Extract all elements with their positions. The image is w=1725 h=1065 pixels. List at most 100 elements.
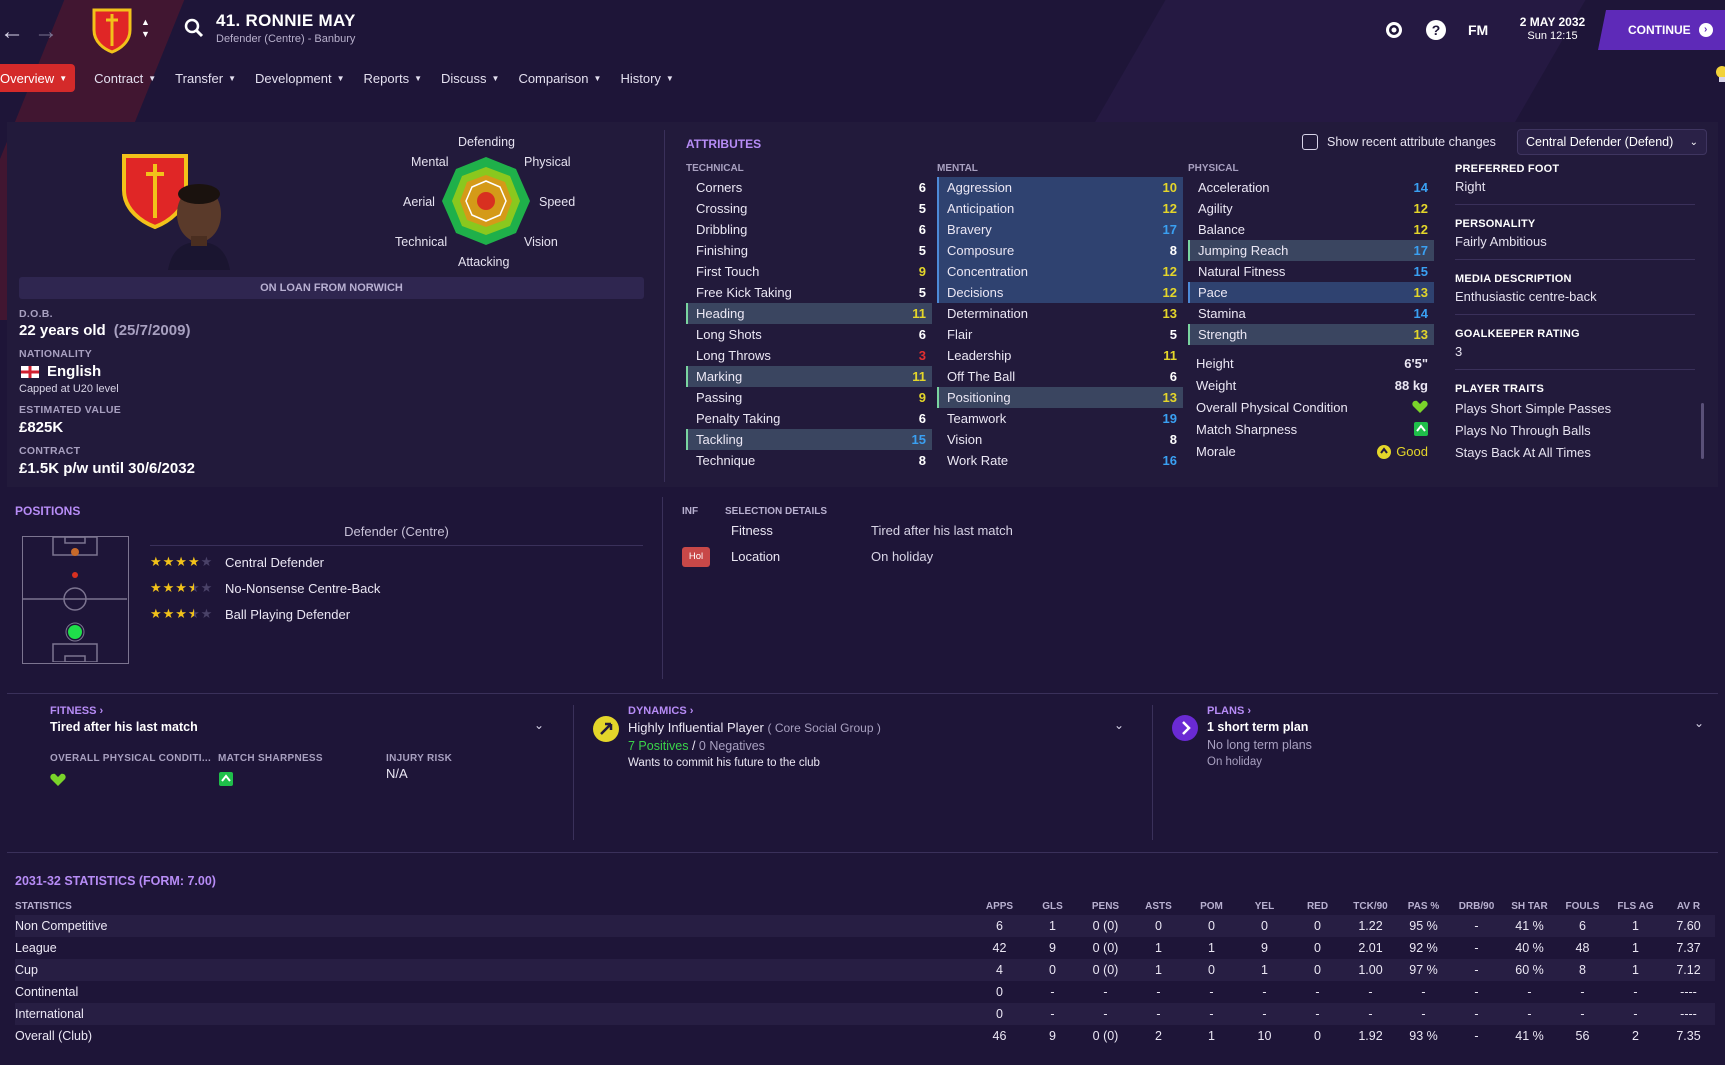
dynamics-card-title[interactable]: DYNAMICS › (628, 705, 1088, 717)
menu-contract[interactable]: Contract ▼ (94, 64, 156, 92)
attribute-row-off-the-ball[interactable]: Off The Ball 6 (937, 366, 1183, 387)
attribute-row-heading[interactable]: Heading 11 (686, 303, 932, 324)
table-row[interactable]: Overall (Club) 46 9 0 (0) 2 1 10 0 1.92 93 % - 41 %… (15, 1025, 1715, 1047)
attribute-row-balance[interactable]: Balance 12 (1188, 219, 1434, 240)
dynamics-expand-icon[interactable]: ⌄ (1114, 718, 1124, 732)
fitness-expand-icon[interactable]: ⌄ (534, 718, 544, 732)
attribute-row-natural-fitness[interactable]: Natural Fitness 15 (1188, 261, 1434, 282)
traits-scrollbar[interactable] (1701, 403, 1704, 459)
attribute-row-technique[interactable]: Technique 8 (686, 450, 932, 471)
role-no-nonsense-centre-back[interactable]: ★★★★★★ No-Nonsense Centre-Back (150, 580, 380, 596)
forward-arrow-icon[interactable]: → (34, 18, 58, 46)
attribute-row-anticipation[interactable]: Anticipation 12 (937, 198, 1183, 219)
attribute-row-stamina[interactable]: Stamina 14 (1188, 303, 1434, 324)
role-central-defender[interactable]: ★★★★★ Central Defender (150, 554, 324, 570)
menu-overview[interactable]: Overview ▼ (0, 64, 76, 92)
table-row[interactable]: Continental 0- - - - - - - - - - - - ---- (15, 981, 1715, 1003)
attribute-row-acceleration[interactable]: Acceleration 14 (1188, 177, 1434, 198)
table-row[interactable]: International 0- - - - - - - - - - - - ---- (15, 1003, 1715, 1025)
attribute-row-positioning[interactable]: Positioning 13 (937, 387, 1183, 408)
attribute-row-long-throws[interactable]: Long Throws 3 (686, 345, 932, 366)
stats-column-header[interactable]: SH TAR (1503, 897, 1556, 915)
plans-card-title[interactable]: PLANS › (1207, 705, 1667, 717)
attribute-row-composure[interactable]: Composure 8 (937, 240, 1183, 261)
stats-column-header[interactable]: FOULS (1556, 897, 1609, 915)
top-bar: ← → ▲ ▼ 41. RONNIE MAY Defender (Centre) … (0, 0, 1725, 62)
stats-column-header[interactable]: PAS % (1397, 897, 1450, 915)
lightbulb-icon[interactable] (1710, 64, 1725, 86)
attribute-row-jumping-reach[interactable]: Jumping Reach 17 (1188, 240, 1434, 261)
attribute-row-long-shots[interactable]: Long Shots 6 (686, 324, 932, 345)
search-icon[interactable] (184, 18, 204, 38)
attribute-row-pace[interactable]: Pace 13 (1188, 282, 1434, 303)
attribute-row-first-touch[interactable]: First Touch 9 (686, 261, 932, 282)
show-changes-toggle[interactable]: Show recent attribute changes (1302, 134, 1496, 150)
globe-icon[interactable] (1383, 19, 1405, 41)
stats-column-header[interactable]: GLS (1026, 897, 1079, 915)
back-arrow-icon[interactable]: ← (0, 18, 24, 46)
stats-column-header[interactable]: STATISTICS (15, 897, 973, 915)
stats-column-header[interactable]: RED (1291, 897, 1344, 915)
stats-column-header[interactable]: AV R (1662, 897, 1715, 915)
menu-comparison[interactable]: Comparison ▼ (518, 64, 601, 92)
table-row[interactable]: Cup 4 0 0 (0) 1 0 1 0 1.00 97 % -60 % 8 1 7.12 (15, 959, 1715, 981)
attribute-row-crossing[interactable]: Crossing 5 (686, 198, 932, 219)
stats-column-header[interactable]: YEL (1238, 897, 1291, 915)
stats-column-header[interactable]: DRB/90 (1450, 897, 1503, 915)
menu-transfer[interactable]: Transfer ▼ (175, 64, 236, 92)
plans-card[interactable]: PLANS › 1 short term plan No long term p… (1207, 705, 1667, 768)
attribute-row-decisions[interactable]: Decisions 12 (937, 282, 1183, 303)
player-switch-icon[interactable]: ▲ ▼ (141, 16, 150, 40)
attribute-row-teamwork[interactable]: Teamwork 19 (937, 408, 1183, 429)
role-ball-playing-defender[interactable]: ★★★★★★ Ball Playing Defender (150, 606, 350, 622)
dob-text: (25/7/2009) (113, 322, 191, 339)
injury-value: N/A (386, 766, 408, 781)
attribute-row-free-kick-taking[interactable]: Free Kick Taking 5 (686, 282, 932, 303)
club-crest-icon[interactable] (90, 6, 134, 54)
continue-button[interactable]: CONTINUE › (1598, 10, 1725, 50)
menu-development[interactable]: Development ▼ (255, 64, 345, 92)
attribute-row-concentration[interactable]: Concentration 12 (937, 261, 1183, 282)
menu-reports[interactable]: Reports ▼ (364, 64, 422, 92)
attribute-name: Teamwork (947, 411, 1007, 426)
attribute-row-aggression[interactable]: Aggression 10 (937, 177, 1183, 198)
attribute-row-strength[interactable]: Strength 13 (1188, 324, 1434, 345)
role-select[interactable]: Central Defender (Defend) ⌄ (1517, 129, 1707, 155)
stats-column-header[interactable]: POM (1185, 897, 1238, 915)
menu-history[interactable]: History ▼ (620, 64, 673, 92)
attribute-row-passing[interactable]: Passing 9 (686, 387, 932, 408)
table-row[interactable]: Non Competitive 6 1 0 (0) 0 0 0 0 1.22 95 % -41 % 6… (15, 915, 1715, 937)
attribute-row-determination[interactable]: Determination 13 (937, 303, 1183, 324)
stats-column-header[interactable]: TCK/90 (1344, 897, 1397, 915)
fitness-card-title[interactable]: FITNESS › (50, 705, 550, 717)
attribute-row-flair[interactable]: Flair 5 (937, 324, 1183, 345)
dynamics-card[interactable]: DYNAMICS › Highly Influential Player ( C… (628, 705, 1088, 769)
stats-title[interactable]: 2031-32 STATISTICS (FORM: 7.00) (15, 874, 216, 888)
attribute-row-vision[interactable]: Vision 8 (937, 429, 1183, 450)
attribute-row-marking[interactable]: Marking 11 (686, 366, 932, 387)
attribute-row-finishing[interactable]: Finishing 5 (686, 240, 932, 261)
attribute-value: 13 (1162, 306, 1177, 321)
stats-column-header[interactable]: FLS AG (1609, 897, 1662, 915)
attribute-row-dribbling[interactable]: Dribbling 6 (686, 219, 932, 240)
plans-expand-icon[interactable]: ⌄ (1694, 716, 1704, 730)
attribute-row-agility[interactable]: Agility 12 (1188, 198, 1434, 219)
menu-discuss[interactable]: Discuss ▼ (441, 64, 499, 92)
attribute-row-penalty-taking[interactable]: Penalty Taking 6 (686, 408, 932, 429)
checkbox[interactable] (1302, 134, 1318, 150)
attribute-row-bravery[interactable]: Bravery 17 (937, 219, 1183, 240)
table-row[interactable]: League 42 9 0 (0) 1 1 9 0 2.01 92 % - 40 % 48 1 7.37 (15, 937, 1715, 959)
attribute-row-leadership[interactable]: Leadership 11 (937, 345, 1183, 366)
england-flag-icon (21, 366, 39, 378)
fm-button[interactable]: FM (1468, 22, 1488, 38)
sharpness-icon (219, 772, 233, 786)
attribute-row-work-rate[interactable]: Work Rate 16 (937, 450, 1183, 471)
opc-label: OVERALL PHYSICAL CONDITI... (50, 753, 212, 764)
help-icon[interactable]: ? (1425, 19, 1447, 41)
attribute-row-corners[interactable]: Corners 6 (686, 177, 932, 198)
attribute-row-tackling[interactable]: Tackling 15 (686, 429, 932, 450)
stats-column-header[interactable]: PENS (1079, 897, 1132, 915)
fitness-card[interactable]: FITNESS › Tired after his last match (50, 705, 550, 734)
stats-column-header[interactable]: APPS (973, 897, 1026, 915)
stats-column-header[interactable]: ASTS (1132, 897, 1185, 915)
